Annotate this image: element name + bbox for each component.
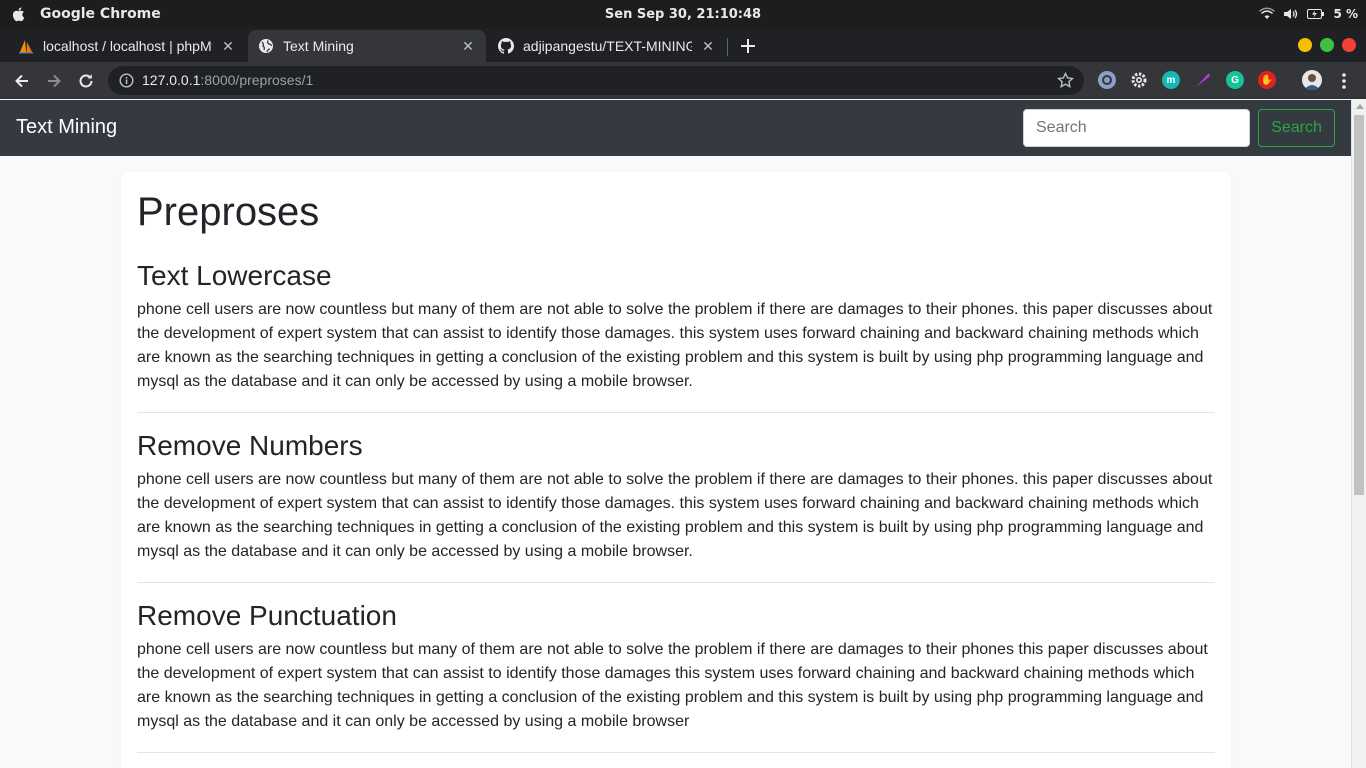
close-tab-icon[interactable]: ✕ [700,38,716,54]
tab-phpmyadmin[interactable]: localhost / localhost | phpMyAdmin ✕ [8,30,246,62]
clock[interactable]: Sen Sep 30, 21:10:48 [0,7,1366,22]
apple-menu-icon[interactable] [10,5,28,23]
bookmark-star-icon[interactable] [1057,72,1074,89]
tab-strip: localhost / localhost | phpMyAdmin ✕ Tex… [0,28,1366,62]
phpmyadmin-sail-icon [19,40,33,54]
tab-title: adjipangestu/TEXT-MINING [523,38,692,54]
kebab-menu-icon[interactable] [1336,71,1352,91]
section-heading: Remove Punctuation [137,600,397,631]
close-window-button[interactable] [1342,38,1356,52]
search-input[interactable] [1023,109,1250,147]
adblock-hand-icon[interactable]: ✋ [1258,71,1276,89]
close-tab-icon[interactable]: ✕ [220,38,236,54]
navbar-brand[interactable]: Text Mining [16,116,117,139]
section-text: phone cell users are now countless but m… [137,301,1213,390]
tab-text-mining[interactable]: Text Mining ✕ [248,30,486,62]
section-heading: Remove Numbers [137,430,363,461]
battery-icon[interactable] [1307,8,1325,20]
battery-percent: 5 % [1333,7,1358,21]
app-navbar: Text Mining Search [0,100,1351,156]
close-tab-icon[interactable]: ✕ [460,38,476,54]
section-heading: Text Lowercase [137,260,332,291]
tab-github[interactable]: adjipangestu/TEXT-MINING ✕ [488,30,726,62]
browser-toolbar: 127.0.0.1:8000/preproses/1 m G ✋ [0,62,1366,99]
tab-separator [727,38,728,56]
section-remove-numbers: Remove Numbers phone cell users are now … [137,428,1215,583]
url-host: 127.0.0.1 [142,72,201,88]
page-scrollbar[interactable] [1351,100,1366,768]
address-bar[interactable]: 127.0.0.1:8000/preproses/1 [108,66,1084,95]
volume-icon[interactable] [1283,7,1299,21]
site-info-icon[interactable] [119,73,134,88]
settings-gear-icon[interactable] [1130,71,1148,89]
minimize-window-button[interactable] [1298,38,1312,52]
os-top-bar: Google Chrome Sen Sep 30, 21:10:48 5 % [0,0,1366,28]
grammarly-icon[interactable]: G [1226,71,1244,89]
section-remove-punctuation: Remove Punctuation phone cell users are … [137,598,1215,753]
divider [137,752,1215,753]
profile-avatar[interactable] [1302,70,1322,90]
maximize-window-button[interactable] [1320,38,1334,52]
page-title: Preproses [137,190,320,234]
back-arrow-icon[interactable] [12,71,32,91]
section-text: phone cell users are now countless but m… [137,471,1213,560]
url-text[interactable]: 127.0.0.1:8000/preproses/1 [142,72,313,88]
section-text-lowercase: Text Lowercase phone cell users are now … [137,258,1215,413]
url-path: :8000/preproses/1 [200,72,314,88]
active-app-name[interactable]: Google Chrome [40,6,161,22]
feather-icon[interactable] [1194,71,1212,89]
content-card: Preproses Text Lowercase phone cell user… [121,172,1231,768]
wifi-icon[interactable] [1259,7,1276,21]
page-viewport: Text Mining Search Preproses Text Lowerc… [0,100,1351,768]
reload-icon[interactable] [76,71,96,91]
divider [137,412,1215,413]
search-button[interactable]: Search [1258,109,1335,147]
github-icon [498,38,514,54]
divider [137,582,1215,583]
mendeley-icon[interactable]: m [1162,71,1180,89]
scrollbar-thumb[interactable] [1354,115,1364,495]
globe-icon [259,39,273,53]
ghostery-icon[interactable] [1098,71,1116,89]
scroll-up-arrow-icon[interactable] [1356,104,1364,109]
tab-title: localhost / localhost | phpMyAdmin [43,38,212,54]
new-tab-plus-icon[interactable] [738,36,758,56]
section-text: phone cell users are now countless but m… [137,641,1208,730]
forward-arrow-icon[interactable] [44,71,64,91]
tab-title: Text Mining [283,38,354,54]
